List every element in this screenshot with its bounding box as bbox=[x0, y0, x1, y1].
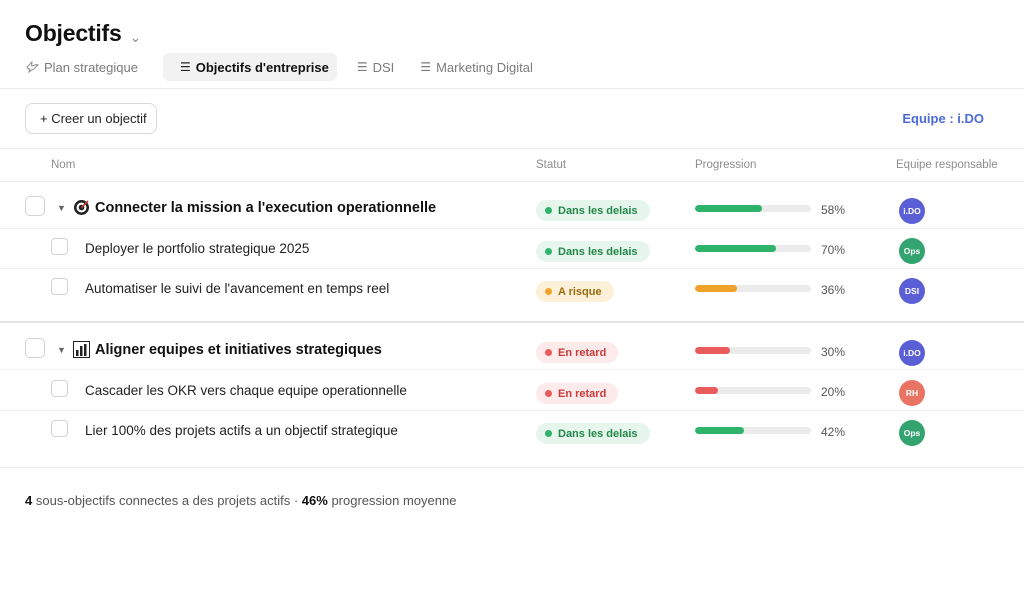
status-dot bbox=[545, 207, 552, 214]
status-dot bbox=[545, 390, 552, 397]
status-dot bbox=[545, 248, 552, 255]
status-badge: En retard bbox=[536, 383, 619, 404]
column-header-name[interactable]: Nom bbox=[51, 159, 75, 171]
column-header-progress[interactable]: Progression bbox=[695, 159, 756, 171]
status-badge: Dans les delais bbox=[536, 423, 650, 444]
avatar[interactable]: Ops bbox=[899, 420, 925, 446]
objective-title[interactable]: Connecter la mission a l'execution opera… bbox=[73, 199, 436, 216]
toolbar: + Creer un objectif Equipe : i.DO bbox=[0, 89, 1024, 149]
progress-bar bbox=[695, 427, 811, 434]
progress-bar bbox=[695, 387, 811, 394]
progress-percent: 20% bbox=[821, 385, 846, 399]
progress-fill bbox=[695, 427, 744, 434]
tab-label: Marketing Digital bbox=[436, 59, 533, 75]
progress-percent: 30% bbox=[821, 345, 846, 359]
progress-fill bbox=[695, 387, 719, 394]
objective-title-text: Connecter la mission a l'execution opera… bbox=[95, 199, 437, 216]
objective-row-child[interactable]: Deployer le portfolio strategique 2025 D… bbox=[0, 229, 1024, 269]
objective-row-parent[interactable]: ▼ Connecter la mission a l'execution ope… bbox=[0, 189, 1024, 229]
title-row[interactable]: Objectifs ⌄ bbox=[25, 20, 141, 47]
status-badge: Dans les delais bbox=[536, 200, 650, 221]
tab-marketing-digital[interactable]: ☰ Marketing Digital bbox=[412, 53, 541, 81]
objective-title-text[interactable]: Cascader les OKR vers chaque equipe oper… bbox=[85, 383, 407, 398]
chevron-down-icon[interactable]: ⌄ bbox=[130, 29, 142, 46]
objective-title-text: Aligner equipes et initiatives strategiq… bbox=[95, 341, 382, 358]
avatar[interactable]: i.DO bbox=[899, 198, 925, 224]
progress-fill bbox=[695, 347, 730, 354]
row-checkbox[interactable] bbox=[25, 196, 45, 216]
progress-bar bbox=[695, 245, 811, 252]
tab-plan-strategique[interactable]: Plan strategique bbox=[18, 53, 146, 81]
page-title: Objectifs bbox=[25, 20, 122, 46]
summary-count: 4 bbox=[25, 493, 33, 508]
tab-dsi[interactable]: ☰ DSI bbox=[349, 53, 402, 81]
tab-label: Plan strategique bbox=[44, 59, 138, 75]
objective-row-parent[interactable]: ▼ Aligner equipes et initiatives strateg… bbox=[0, 330, 1024, 370]
status-label: En retard bbox=[558, 346, 607, 359]
tab-label: Objectifs d'entreprise bbox=[195, 59, 329, 75]
progress-bar bbox=[695, 347, 811, 354]
list-icon: ☰ bbox=[420, 60, 432, 74]
progress-percent: 58% bbox=[821, 203, 846, 217]
summary-footer: 4 sous-objectifs connectes a des projets… bbox=[25, 493, 456, 508]
column-header-status[interactable]: Statut bbox=[536, 159, 566, 171]
avatar[interactable]: RH bbox=[899, 380, 925, 406]
row-checkbox[interactable] bbox=[51, 238, 68, 255]
tab-label: DSI bbox=[372, 59, 395, 75]
row-checkbox[interactable] bbox=[25, 338, 45, 358]
avatar[interactable]: i.DO bbox=[899, 340, 925, 366]
team-filter-link[interactable]: Equipe : i.DO bbox=[902, 111, 984, 126]
status-dot bbox=[545, 288, 552, 295]
status-badge: A risque bbox=[536, 281, 614, 302]
row-checkbox[interactable] bbox=[51, 420, 68, 437]
objective-title-text[interactable]: Lier 100% des projets actifs a un object… bbox=[85, 423, 398, 438]
status-label: Dans les delais bbox=[558, 427, 638, 440]
objective-title[interactable]: Aligner equipes et initiatives strategiq… bbox=[73, 341, 382, 358]
progress-percent: 36% bbox=[821, 283, 846, 297]
progress-fill bbox=[695, 245, 777, 252]
collapse-caret-icon[interactable]: ▼ bbox=[57, 203, 66, 213]
progress-percent: 70% bbox=[821, 243, 846, 257]
table-header: Nom Statut Progression Equipe responsabl… bbox=[0, 149, 1024, 182]
bar-chart-icon bbox=[73, 341, 90, 358]
progress-fill bbox=[695, 285, 737, 292]
objective-row-child[interactable]: Lier 100% des projets actifs a un object… bbox=[0, 411, 1024, 451]
status-label: En retard bbox=[558, 387, 607, 400]
progress-bar bbox=[695, 205, 811, 212]
status-dot bbox=[545, 349, 552, 356]
list-icon: ☰ bbox=[356, 60, 368, 74]
row-checkbox[interactable] bbox=[51, 380, 68, 397]
status-dot bbox=[545, 430, 552, 437]
view-tabs: Plan strategique ☰ Objectifs d'entrepris… bbox=[18, 53, 551, 81]
progress-percent: 42% bbox=[821, 425, 846, 439]
summary-average-text: progression moyenne bbox=[331, 493, 457, 508]
objective-row-child[interactable]: Automatiser le suivi de l'avancement en … bbox=[0, 269, 1024, 309]
objective-title-text[interactable]: Automatiser le suivi de l'avancement en … bbox=[85, 281, 389, 296]
page-header: Objectifs ⌄ Plan strategique ☰ Objectifs… bbox=[0, 0, 1024, 89]
tab-objectifs-entreprise[interactable]: ☰ Objectifs d'entreprise bbox=[162, 53, 337, 81]
avatar[interactable]: DSI bbox=[899, 278, 925, 304]
target-icon bbox=[73, 199, 90, 216]
summary-count-text: sous-objectifs connectes a des projets a… bbox=[35, 493, 299, 508]
create-objective-button[interactable]: + Creer un objectif bbox=[25, 103, 157, 134]
list-icon: ☰ bbox=[179, 60, 191, 74]
group-divider bbox=[0, 321, 1024, 323]
progress-fill bbox=[695, 205, 763, 212]
footer-divider bbox=[0, 467, 1024, 468]
objective-title-text[interactable]: Deployer le portfolio strategique 2025 bbox=[85, 241, 309, 256]
status-label: A risque bbox=[558, 285, 602, 298]
progress-bar bbox=[695, 285, 811, 292]
objective-row-child[interactable]: Cascader les OKR vers chaque equipe oper… bbox=[0, 371, 1024, 411]
status-label: Dans les delais bbox=[558, 204, 638, 217]
avatar[interactable]: Ops bbox=[899, 238, 925, 264]
column-header-team[interactable]: Equipe responsable bbox=[896, 159, 998, 171]
status-label: Dans les delais bbox=[558, 245, 638, 258]
collapse-caret-icon[interactable]: ▼ bbox=[57, 345, 66, 355]
status-badge: Dans les delais bbox=[536, 241, 650, 262]
summary-average: 46% bbox=[301, 493, 328, 508]
status-badge: En retard bbox=[536, 342, 619, 363]
row-checkbox[interactable] bbox=[51, 278, 68, 295]
dove-icon bbox=[26, 61, 39, 73]
